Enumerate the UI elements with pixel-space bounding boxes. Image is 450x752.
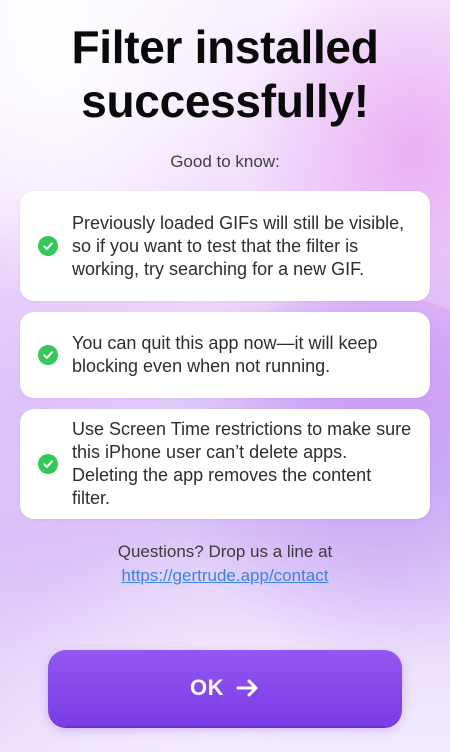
contact-prompt: Questions? Drop us a line at [117,542,333,561]
section-subtitle: Good to know: [170,152,280,171]
contact-link[interactable]: https://gertrude.app/contact [0,564,450,587]
ok-button[interactable]: OK [48,650,402,726]
check-circle-icon [38,236,58,256]
tip-text: Use Screen Time restrictions to make sur… [72,419,412,508]
tip-card: Use Screen Time restrictions to make sur… [20,409,430,519]
ok-button-label: OK [190,675,224,700]
tip-text: You can quit this app now—it will keep b… [72,333,378,376]
tip-card: Previously loaded GIFs will still be vis… [20,191,430,301]
check-circle-icon [38,345,58,365]
check-circle-icon [38,454,58,474]
tip-text: Previously loaded GIFs will still be vis… [72,212,405,279]
tip-card: You can quit this app now—it will keep b… [20,312,430,398]
page-title: Filter installed successfully! [71,21,379,127]
arrow-right-icon [236,678,260,698]
